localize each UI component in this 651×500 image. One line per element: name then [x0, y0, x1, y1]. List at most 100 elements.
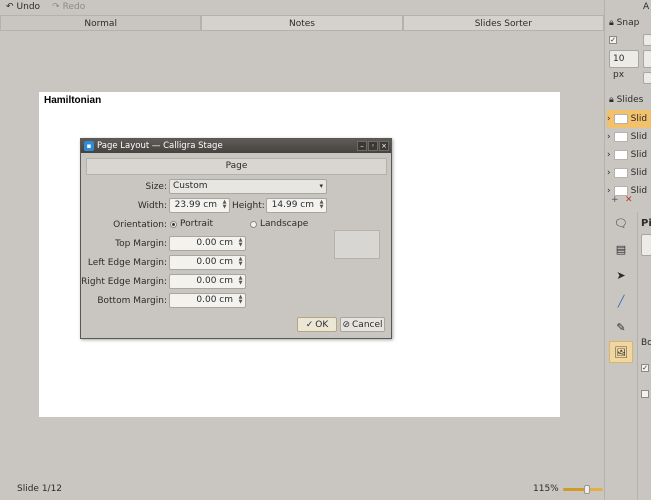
slide-title[interactable]: Hamiltonian — [44, 95, 101, 106]
width-spinbox[interactable]: 23.99 cm ▲ ▼ — [169, 198, 230, 213]
size-select[interactable]: Custom ▾ — [169, 179, 327, 194]
panel-button[interactable] — [641, 234, 651, 256]
slide-item-label: Slid — [630, 150, 648, 160]
top-margin-spinbox[interactable]: 0.00 cm ▲ ▼ — [169, 236, 246, 251]
snap-option-button-2[interactable] — [643, 50, 651, 68]
spin-arrows-icon[interactable]: ▲ ▼ — [237, 295, 244, 306]
snap-header[interactable]: 🔒︎ Snap — [609, 18, 639, 28]
maximize-icon[interactable]: ◦ — [368, 141, 378, 151]
list-item[interactable]: › Slid — [607, 110, 651, 128]
dialog-title: Page Layout — Calligra Stage — [97, 141, 223, 151]
panel-checkbox-2[interactable] — [641, 390, 649, 398]
top-margin-value: 0.00 cm — [196, 238, 233, 248]
slide-thumbnail — [613, 150, 628, 160]
panel-checkbox-1[interactable]: ✓ — [641, 364, 649, 372]
picture-tool-icon[interactable]: 🖼︎ — [609, 341, 633, 363]
slide-item-label: Slid — [630, 132, 648, 142]
spin-arrows-icon[interactable]: ▲ ▼ — [318, 200, 325, 211]
redo-label: Redo — [62, 2, 86, 12]
slide-item-label: Slid — [630, 114, 648, 124]
left-margin-value: 0.00 cm — [196, 257, 233, 267]
select-tool-icon[interactable]: ➤ — [609, 264, 633, 286]
spin-arrows-icon[interactable]: ▲ ▼ — [237, 238, 244, 249]
tab-slides-sorter[interactable]: Slides Sorter — [402, 15, 604, 30]
zoom-level[interactable]: 115% — [533, 484, 559, 494]
left-margin-label: Left Edge Margin: — [87, 258, 167, 268]
orientation-label: Orientation: — [113, 220, 167, 230]
chevron-down-icon: ▾ — [319, 182, 323, 190]
delete-slide-button[interactable]: ✕ — [625, 195, 633, 205]
bottom-margin-spinbox[interactable]: 0.00 cm ▲ ▼ — [169, 293, 246, 308]
undo-icon: ↶ — [6, 2, 14, 12]
comment-tool-icon[interactable]: 🗨︎ — [609, 212, 633, 234]
calligra-app-icon: ▪ — [84, 141, 94, 151]
panel-label-2: Bo — [641, 338, 651, 348]
slides-list: › Slid › Slid › Slid › Slid › Slid — [607, 110, 651, 200]
snap-option-button[interactable] — [643, 34, 651, 46]
list-item[interactable]: › Slid — [607, 164, 651, 182]
tab-notes[interactable]: Notes — [201, 15, 403, 30]
line-tool-icon[interactable]: ╱ — [609, 290, 633, 312]
add-label: A — [643, 2, 650, 12]
radio-unselected-icon — [250, 220, 257, 228]
page-preview — [334, 230, 380, 259]
redo-icon: ↷ — [52, 2, 60, 12]
minimize-icon[interactable]: – — [357, 141, 367, 151]
spin-arrows-icon[interactable]: ▲ ▼ — [237, 276, 244, 287]
snap-checkbox[interactable]: ✓ — [609, 36, 617, 44]
tab-normal[interactable]: Normal — [0, 15, 202, 30]
slide-counter: Slide 1/12 — [17, 484, 63, 494]
cancel-icon: ⊘ — [342, 319, 351, 330]
slide-thumbnail — [613, 132, 628, 142]
snap-label: Snap — [616, 18, 640, 28]
list-item[interactable]: › Slid — [607, 128, 651, 146]
undo-button[interactable]: ↶ Undo — [6, 2, 40, 12]
right-docker: 🔒︎ Snap A ✓ 10 px 🔒︎ Slides › Slid › Sli… — [604, 0, 651, 500]
expand-icon: › — [607, 132, 611, 142]
expand-icon: › — [607, 168, 611, 178]
spin-arrows-icon[interactable]: ▲ ▼ — [221, 200, 228, 211]
docker-separator — [637, 212, 638, 500]
slides-label: Slides — [616, 95, 644, 105]
add-slide-button[interactable]: + — [611, 195, 619, 205]
bottom-margin-value: 0.00 cm — [196, 295, 233, 305]
table-tool-icon[interactable]: ▤ — [609, 238, 633, 260]
ok-label: OK — [315, 319, 329, 330]
page-layout-dialog: ▪ Page Layout — Calligra Stage – ◦ × Pag… — [80, 138, 392, 339]
view-tabs: Normal Notes Slides Sorter — [0, 15, 604, 31]
redo-button[interactable]: ↷ Redo — [52, 2, 85, 12]
slides-header[interactable]: 🔒︎ Slides — [609, 95, 643, 105]
lock-icon: 🔒︎ — [609, 95, 614, 105]
panel-label-1: Pi — [641, 218, 651, 229]
height-label: Height: — [232, 201, 265, 211]
cancel-button[interactable]: ⊘ Cancel — [340, 317, 385, 332]
spin-arrows-icon[interactable]: ▲ ▼ — [237, 257, 244, 268]
expand-icon: › — [607, 150, 611, 160]
width-value: 23.99 cm — [174, 200, 217, 210]
status-bar: Slide 1/12 115% — [0, 478, 606, 500]
left-margin-spinbox[interactable]: 0.00 cm ▲ ▼ — [169, 255, 246, 270]
list-item[interactable]: › Slid — [607, 146, 651, 164]
portrait-radio[interactable]: Portrait — [170, 219, 213, 229]
height-spinbox[interactable]: 14.99 cm ▲ ▼ — [266, 198, 327, 213]
expand-icon: › — [607, 114, 611, 124]
path-tool-icon[interactable]: ✎ — [609, 316, 633, 338]
landscape-radio[interactable]: Landscape — [250, 219, 308, 229]
snap-distance-input[interactable]: 10 px — [609, 50, 639, 80]
bottom-margin-label: Bottom Margin: — [97, 296, 167, 306]
right-margin-spinbox[interactable]: 0.00 cm ▲ ▼ — [169, 274, 246, 289]
ok-button[interactable]: ✓ OK — [297, 317, 337, 332]
main-toolbar: ↶ Undo ↷ Redo — [0, 0, 606, 14]
zoom-slider-handle[interactable] — [584, 485, 590, 494]
width-label: Width: — [137, 201, 167, 211]
dialog-titlebar[interactable]: ▪ Page Layout — Calligra Stage – ◦ × — [81, 139, 391, 153]
tab-page[interactable]: Page — [86, 158, 387, 175]
add-header: A — [643, 2, 649, 12]
checkmark-icon: ✓ — [305, 319, 314, 330]
cancel-label: Cancel — [352, 319, 383, 330]
undo-label: Undo — [16, 2, 41, 12]
snap-option-button-3[interactable] — [643, 72, 651, 84]
top-margin-label: Top Margin: — [115, 239, 167, 249]
close-icon[interactable]: × — [379, 141, 389, 151]
zoom-slider[interactable] — [563, 485, 603, 494]
